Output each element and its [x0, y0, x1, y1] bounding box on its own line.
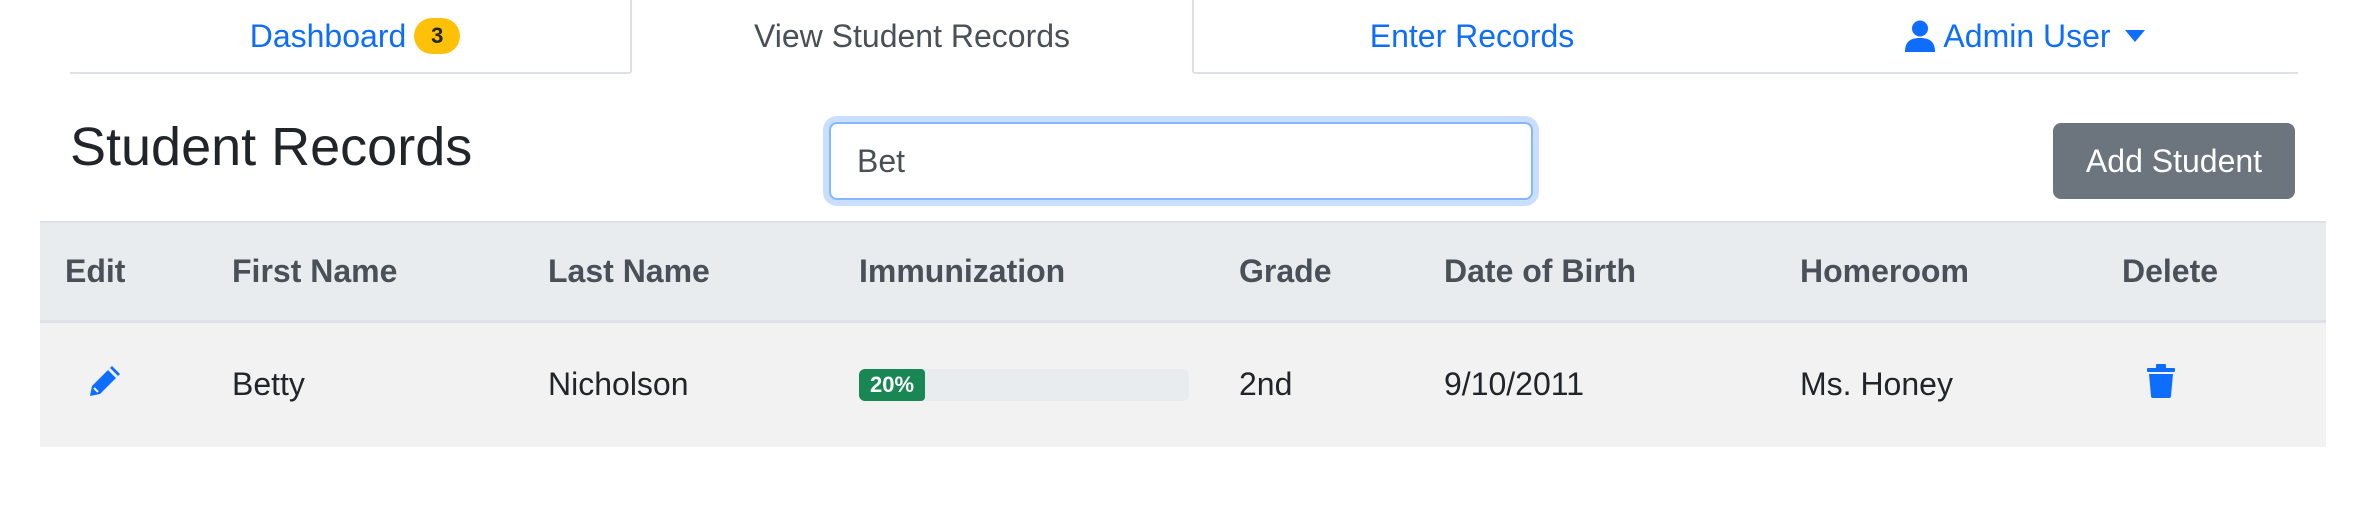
- tab-enter-records[interactable]: Enter Records: [1192, 0, 1752, 72]
- tab-view-records-label: View Student Records: [753, 17, 1071, 54]
- immunization-progress-bar: 20%: [859, 368, 925, 401]
- user-icon: [1905, 20, 1936, 52]
- tab-dashboard-label: Dashboard: [249, 17, 407, 54]
- cell-last-name: Nicholson: [548, 366, 689, 403]
- cell-grade: 2nd: [1239, 366, 1293, 403]
- cell-first-name: Betty: [232, 366, 305, 403]
- top-nav: Dashboard 3 View Student Records Enter R…: [70, 0, 2298, 74]
- column-header-last-name: Last Name: [548, 221, 859, 323]
- table-header-row: Edit First Name Last Name Immunization G…: [40, 221, 2326, 323]
- column-header-delete: Delete: [2122, 221, 2326, 323]
- column-header-edit: Edit: [40, 221, 232, 323]
- immunization-progress: 20%: [859, 368, 1189, 401]
- column-header-grade: Grade: [1239, 221, 1444, 323]
- user-menu-label: Admin User: [1943, 17, 2111, 54]
- page-title: Student Records: [70, 117, 473, 177]
- edit-pencil-icon[interactable]: [88, 364, 122, 398]
- tab-dashboard[interactable]: Dashboard 3: [70, 0, 640, 72]
- column-header-first-name: First Name: [232, 221, 548, 323]
- cell-immunization: 20%: [859, 321, 1239, 447]
- student-records-table-wrapper: Edit First Name Last Name Immunization G…: [40, 221, 2326, 447]
- cell-date-of-birth: 9/10/2011: [1444, 366, 1584, 403]
- user-menu-dropdown[interactable]: Admin User: [1752, 0, 2298, 72]
- column-header-homeroom: Homeroom: [1800, 221, 2122, 323]
- dashboard-count-badge: 3: [414, 18, 461, 54]
- column-header-date-of-birth: Date of Birth: [1444, 221, 1800, 323]
- table-row: Betty Nicholson 20% 2nd 9/10/2011 Ms. Ho…: [40, 321, 2326, 447]
- tab-view-student-records[interactable]: View Student Records: [630, 0, 1194, 74]
- column-header-immunization: Immunization: [859, 221, 1239, 323]
- cell-homeroom: Ms. Honey: [1800, 366, 1953, 403]
- student-records-table: Edit First Name Last Name Immunization G…: [40, 221, 2326, 447]
- trash-icon[interactable]: [2147, 363, 2175, 398]
- add-student-button[interactable]: Add Student: [2053, 123, 2295, 199]
- caret-down-icon: [2124, 30, 2145, 42]
- search-input[interactable]: [829, 122, 1533, 200]
- tab-enter-records-label: Enter Records: [1369, 17, 1575, 54]
